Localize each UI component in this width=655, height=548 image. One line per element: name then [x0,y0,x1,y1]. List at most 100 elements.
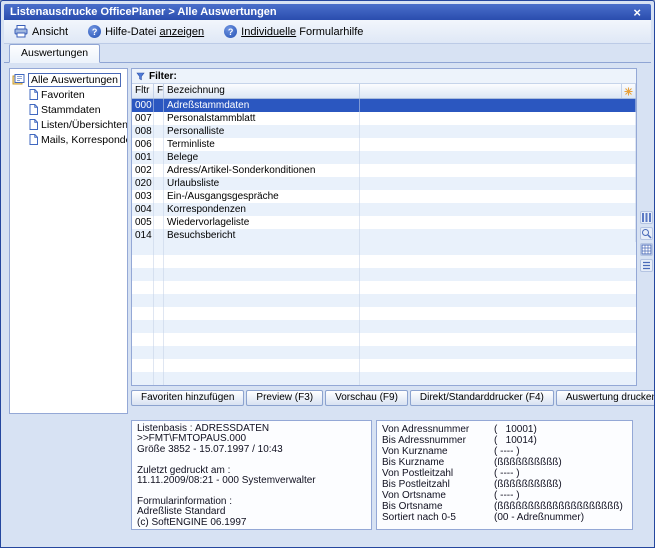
table-row[interactable]: 001 Belege [132,151,636,164]
cell-bezeichnung: Terminliste [164,138,360,151]
action-button[interactable]: Auswertung drucken [556,390,655,406]
cell-f [154,203,164,216]
column-header-f[interactable]: F [154,84,164,98]
filter-label: Filter: [149,71,177,82]
table-row[interactable]: 000 Adreßstammdaten [132,99,636,112]
cell-f [154,125,164,138]
tab-auswertungen[interactable]: Auswertungen [9,44,100,63]
table-row[interactable]: 002 Adress/Artikel-Sonderkonditionen [132,164,636,177]
range-label: Bis Postleitzahl [382,479,494,490]
tree-item[interactable]: Listen/Übersichten [12,117,125,132]
table-row[interactable]: 004 Korrespondenzen [132,203,636,216]
cell-fltr: 003 [132,190,154,203]
report-stack-icon [12,74,25,85]
range-label: Von Ortsname [382,490,494,501]
range-label: Von Kurzname [382,446,494,457]
table-row[interactable]: 005 Wiedervorlageliste [132,216,636,229]
table-row[interactable]: 006 Terminliste [132,138,636,151]
range-value: ( 10001) [494,424,537,435]
column-bars-icon[interactable] [640,211,653,224]
column-divider [163,242,164,385]
help-icon: ? [88,25,101,38]
tree-item-label: Listen/Übersichten [41,119,128,131]
range-value: ( 10014) [494,435,537,446]
filter-icon [136,72,145,81]
range-label: Bis Adressnummer [382,435,494,446]
table-row[interactable]: 008 Personalliste [132,125,636,138]
cell-bezeichnung: Personalstammblatt [164,112,360,125]
action-button[interactable]: Favoriten hinzufügen [131,390,244,406]
tree-item[interactable]: Stammdaten [12,102,125,117]
list-view-icon[interactable] [640,259,653,272]
cell-f [154,112,164,125]
formularhilfe-button[interactable]: ? Individuelle Formularhilfe [218,22,369,41]
cell-f [154,99,164,112]
column-config-icon[interactable] [622,84,636,98]
column-header-bezeichnung[interactable]: Bezeichnung [164,84,360,98]
action-button[interactable]: Vorschau (F9) [325,390,408,406]
tree-item-alle-auswertungen[interactable]: Alle Auswertungen [12,72,125,87]
action-button[interactable]: Direkt/Standarddrucker (F4) [410,390,554,406]
cell-bezeichnung: Korrespondenzen [164,203,360,216]
action-button[interactable]: Preview (F3) [246,390,323,406]
cell-rest [360,177,636,190]
hilfe-datei-button[interactable]: ? Hilfe-Datei anzeigen [82,22,210,41]
report-grid: Filter: Fltr F Bezeichnung 000 Adreßstam… [131,68,637,386]
tree-root-label: Alle Auswertungen [28,73,121,87]
grid-header: Fltr F Bezeichnung [132,84,636,99]
tree-item[interactable]: Mails, Korrespondenzen [12,132,125,147]
table-row[interactable]: 014 Besuchsbericht [132,229,636,242]
cell-fltr: 001 [132,151,154,164]
cell-rest [360,203,636,216]
info-line: (c) SoftENGINE 06.1997 [137,518,366,528]
range-value: (ßßßßßßßßßß) [494,457,562,468]
title-bar[interactable]: Listenausdrucke OfficePlaner > Alle Ausw… [4,4,651,20]
cell-rest [360,190,636,203]
grid-view-icon[interactable] [640,243,653,256]
dialog-window: Listenausdrucke OfficePlaner > Alle Ausw… [0,0,655,548]
formularhilfe-label: Individuelle Formularhilfe [241,26,363,38]
grid-rows: 000 Adreßstammdaten 007 Personalstammbla… [132,99,636,242]
range-value: ( ---- ) [494,446,520,457]
hilfe-datei-label: Hilfe-Datei anzeigen [105,26,204,38]
tree-children: Favoriten Stammdaten Listen/Übersichten [12,87,125,147]
cell-bezeichnung: Adreßstammdaten [164,99,360,112]
range-row: Bis Kurzname (ßßßßßßßßßß) [382,457,627,468]
range-label: Bis Kurzname [382,457,494,468]
column-divider [359,242,360,385]
cell-fltr: 004 [132,203,154,216]
column-divider [153,242,154,385]
cell-fltr: 020 [132,177,154,190]
info-line: 11.11.2009/08:21 - 000 Systemverwalter [137,476,366,486]
cell-f [154,164,164,177]
magnifier-icon[interactable] [640,227,653,240]
info-line: Größe 3852 - 15.07.1997 / 10:43 [137,445,366,455]
printer-icon [14,25,28,38]
grid-body: 000 Adreßstammdaten 007 Personalstammbla… [132,99,636,385]
cell-fltr: 008 [132,125,154,138]
cell-bezeichnung: Belege [164,151,360,164]
cell-f [154,151,164,164]
tree-item-label: Stammdaten [41,104,101,116]
filter-row: Filter: [132,69,636,84]
range-row: Sortiert nach 0-5 (00 - Adreßnummer) [382,512,627,523]
document-icon [29,134,38,145]
selection-range-panel: Von Adressnummer ( 10001) Bis Adressnumm… [376,420,633,530]
range-value: (00 - Adreßnummer) [494,512,584,523]
table-row[interactable]: 003 Ein-/Ausgangsgespräche [132,190,636,203]
toolbar: Ansicht ? Hilfe-Datei anzeigen ? Individ… [4,20,651,44]
window-title: Listenausdrucke OfficePlaner > Alle Ausw… [10,6,629,18]
close-icon[interactable]: × [629,6,645,19]
cell-rest [360,125,636,138]
ansicht-button[interactable]: Ansicht [8,22,74,41]
table-row[interactable]: 020 Urlaubsliste [132,177,636,190]
grid-empty-area [132,242,636,385]
tree-item[interactable]: Favoriten [12,87,125,102]
table-row[interactable]: 007 Personalstammblatt [132,112,636,125]
cell-bezeichnung: Urlaubsliste [164,177,360,190]
cell-bezeichnung: Ein-/Ausgangsgespräche [164,190,360,203]
column-header-empty [360,84,622,98]
help-icon: ? [224,25,237,38]
range-label: Sortiert nach 0-5 [382,512,494,523]
column-header-fltr[interactable]: Fltr [132,84,154,98]
